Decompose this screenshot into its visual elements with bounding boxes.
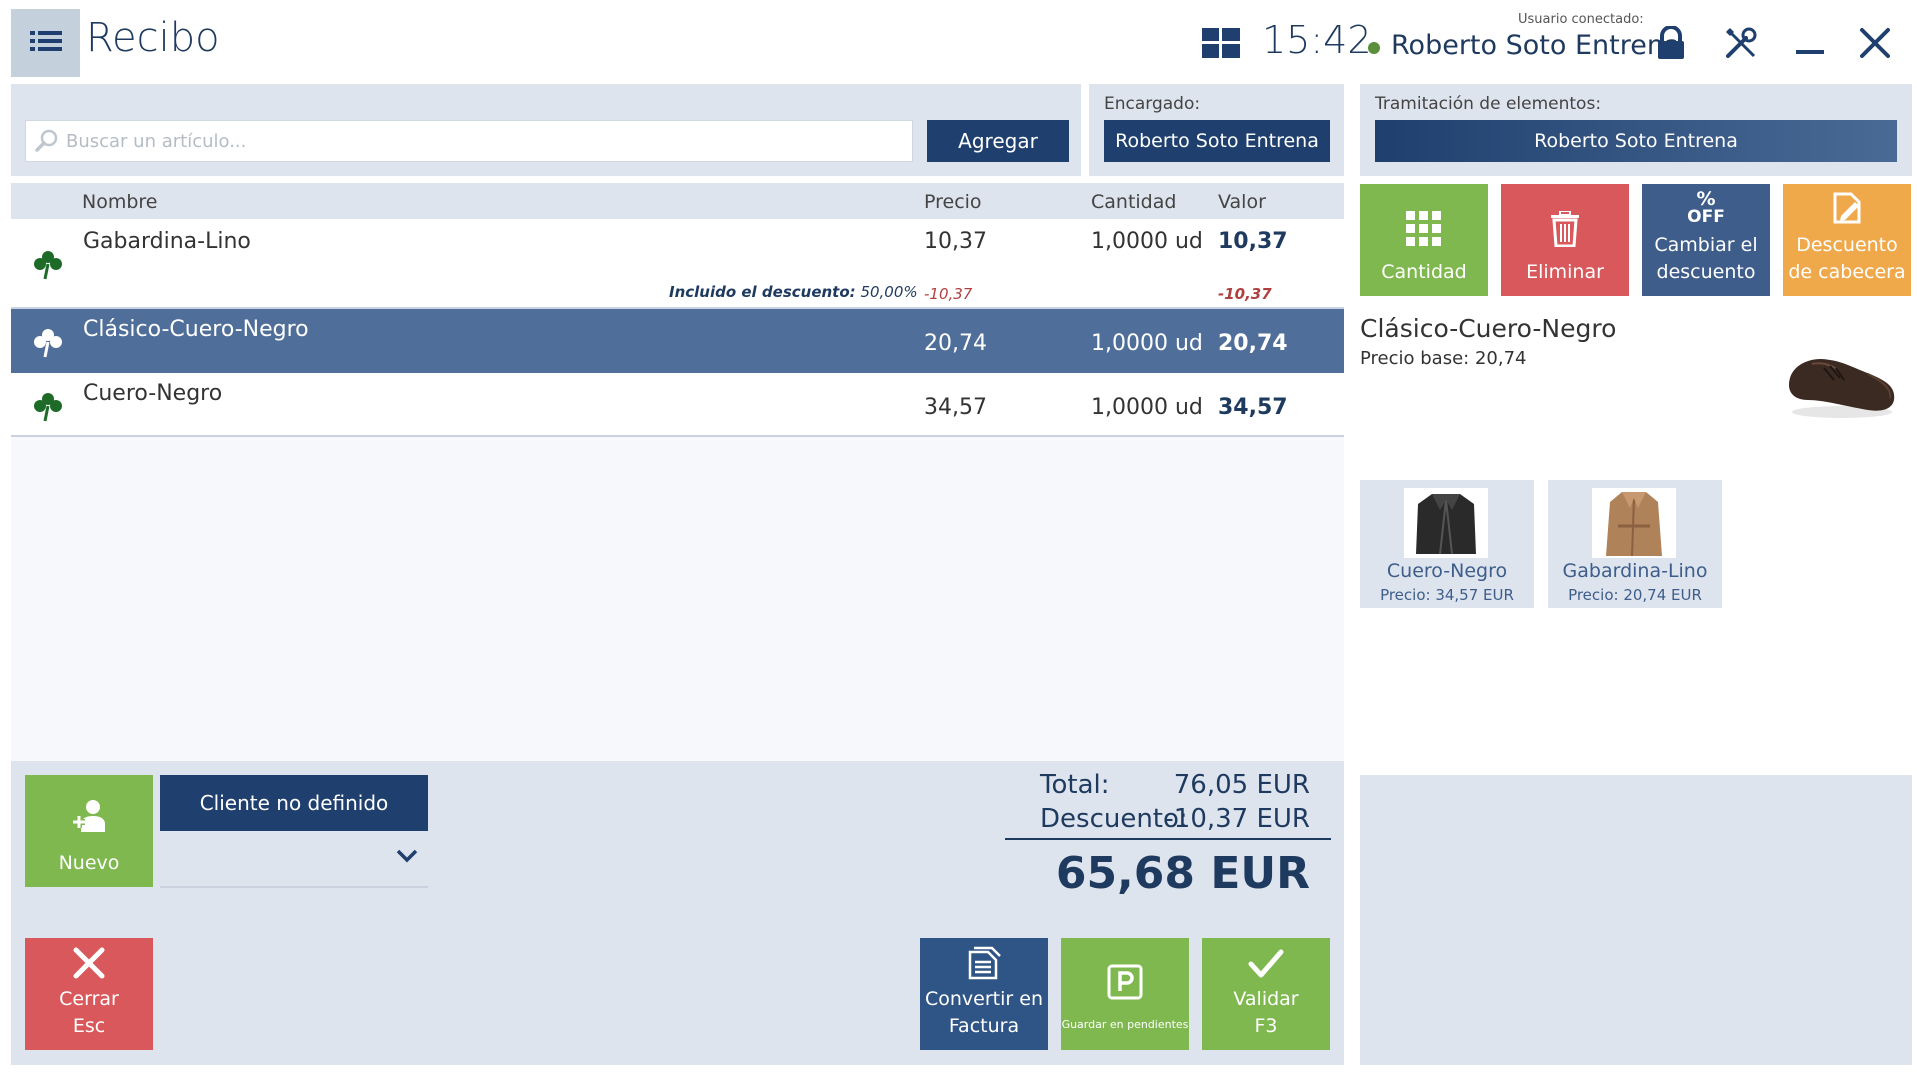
add-user-icon bbox=[73, 800, 105, 832]
close-label-2: Esc bbox=[72, 1015, 106, 1037]
clover-icon bbox=[34, 393, 62, 422]
product-name: Clásico-Cuero-Negro bbox=[1360, 314, 1617, 343]
table-row[interactable]: Cuero-Negro 34,57 1,0000 ud 34,57 bbox=[11, 373, 1344, 437]
change-discount-button[interactable]: % OFF Cambiar el descuento bbox=[1642, 184, 1770, 296]
column-header-quantity: Cantidad bbox=[1091, 191, 1177, 213]
item-quantity: 1,0000 ud bbox=[1091, 331, 1203, 356]
processing-label: Tramitación de elementos: bbox=[1375, 94, 1602, 114]
total-value: 76,05 EUR bbox=[1173, 770, 1310, 800]
item-name: Cuero-Negro bbox=[83, 381, 223, 406]
validate-label-1: Validar bbox=[1233, 988, 1299, 1010]
table-row[interactable]: Gabardina-Lino 10,37 1,0000 ud 10,37 Inc… bbox=[11, 219, 1344, 309]
assigned-label: Encargado: bbox=[1104, 94, 1201, 114]
user-label: Usuario conectado: bbox=[1518, 12, 1644, 27]
edit-document-icon bbox=[1833, 192, 1861, 224]
quantity-button[interactable]: Cantidad bbox=[1360, 184, 1488, 296]
search-input[interactable] bbox=[66, 130, 886, 152]
convert-label-2: Factura bbox=[948, 1015, 1020, 1037]
close-label-1: Cerrar bbox=[59, 988, 119, 1010]
convert-label-1: Convertir en bbox=[925, 988, 1043, 1010]
item-price: 34,57 bbox=[924, 395, 987, 420]
save-pending-button[interactable]: Guardar en pendientes bbox=[1061, 938, 1189, 1050]
suggestion-card[interactable]: Cuero-Negro Precio: 34,57 EUR bbox=[1360, 480, 1534, 608]
tools-icon[interactable] bbox=[1724, 26, 1758, 60]
validate-button[interactable]: Validar F3 bbox=[1202, 938, 1330, 1050]
leather-jacket-image bbox=[1404, 488, 1488, 558]
delete-button[interactable]: Eliminar bbox=[1501, 184, 1629, 296]
item-price: 20,74 bbox=[924, 331, 987, 356]
client-dropdown[interactable] bbox=[160, 832, 428, 888]
processing-select-button[interactable]: Roberto Soto Entrena bbox=[1375, 120, 1897, 162]
close-icon bbox=[73, 947, 105, 979]
delete-label: Eliminar bbox=[1526, 261, 1604, 283]
windows-grid-icon[interactable] bbox=[1202, 28, 1240, 58]
suggestion-name: Gabardina-Lino bbox=[1562, 560, 1708, 582]
suggestion-price: Precio: 20,74 EUR bbox=[1568, 586, 1702, 604]
chevron-down-icon[interactable] bbox=[396, 848, 418, 864]
item-name: Clásico-Cuero-Negro bbox=[83, 317, 309, 342]
side-bottom-panel bbox=[1360, 775, 1912, 1065]
item-quantity: 1,0000 ud bbox=[1091, 395, 1203, 420]
product-base-price: Precio base: 20,74 bbox=[1360, 348, 1527, 369]
minimize-icon[interactable] bbox=[1794, 28, 1826, 60]
header-discount-label-2: de cabecera bbox=[1788, 261, 1906, 283]
clover-icon bbox=[34, 251, 62, 280]
change-discount-label-1: Cambiar el bbox=[1654, 234, 1758, 256]
list-icon bbox=[29, 31, 62, 51]
trash-icon bbox=[1551, 211, 1579, 247]
discount-label: Incluido el descuento: bbox=[669, 283, 856, 301]
discount-info: Incluido el descuento: 50,00% bbox=[669, 283, 918, 301]
table-row-selected[interactable]: Clásico-Cuero-Negro 20,74 1,0000 ud 20,7… bbox=[11, 309, 1344, 373]
item-name: Gabardina-Lino bbox=[83, 229, 251, 254]
clock: 15:42 bbox=[1262, 18, 1372, 62]
convert-invoice-button[interactable]: Convertir en Factura bbox=[920, 938, 1048, 1050]
save-pending-label: Guardar en pendientes bbox=[1061, 1018, 1189, 1031]
discount-percent: 50,00% bbox=[860, 283, 918, 301]
percent-off-icon: % OFF bbox=[1687, 188, 1725, 227]
quantity-label: Cantidad bbox=[1381, 261, 1467, 283]
item-quantity: 1,0000 ud bbox=[1091, 229, 1203, 254]
suggestion-card[interactable]: Gabardina-Lino Precio: 20,74 EUR bbox=[1548, 480, 1722, 608]
header-discount-label-1: Descuento bbox=[1796, 234, 1898, 256]
user-name: Roberto Soto Entrena bbox=[1391, 30, 1681, 61]
menu-button[interactable] bbox=[11, 9, 80, 77]
discount-price: -10,37 bbox=[924, 285, 973, 303]
search-icon bbox=[35, 129, 58, 152]
column-header-price: Precio bbox=[924, 191, 982, 213]
item-price: 10,37 bbox=[924, 229, 987, 254]
online-status-dot bbox=[1368, 42, 1380, 54]
new-customer-label: Nuevo bbox=[58, 852, 120, 874]
page-title: Recibo bbox=[86, 15, 220, 61]
total-label: Total: bbox=[1040, 770, 1110, 800]
item-value: 20,74 bbox=[1218, 331, 1288, 356]
close-app-icon[interactable] bbox=[1858, 26, 1892, 60]
item-value: 10,37 bbox=[1218, 229, 1288, 254]
client-button[interactable]: Cliente no definido bbox=[160, 775, 428, 831]
clover-icon bbox=[34, 329, 62, 358]
column-header-name: Nombre bbox=[82, 191, 158, 213]
documents-icon bbox=[968, 946, 1001, 980]
change-discount-label-2: descuento bbox=[1656, 261, 1756, 283]
item-value: 34,57 bbox=[1218, 395, 1288, 420]
discount-value: -10,37 bbox=[1218, 285, 1272, 303]
discount-total-value: -10,37 EUR bbox=[1164, 804, 1310, 834]
lock-icon[interactable] bbox=[1655, 26, 1687, 60]
checkmark-icon bbox=[1248, 949, 1284, 978]
parking-icon bbox=[1107, 964, 1143, 1000]
trench-coat-image bbox=[1592, 488, 1676, 558]
search-box[interactable] bbox=[25, 120, 913, 162]
assigned-select-button[interactable]: Roberto Soto Entrena bbox=[1104, 120, 1330, 162]
add-button[interactable]: Agregar bbox=[927, 120, 1069, 162]
validate-label-2: F3 bbox=[1254, 1015, 1278, 1037]
suggestion-name: Cuero-Negro bbox=[1386, 560, 1508, 582]
grid-icon bbox=[1406, 211, 1441, 246]
total-divider bbox=[1005, 838, 1331, 840]
grand-total: 65,68 EUR bbox=[1055, 848, 1310, 899]
new-customer-button[interactable]: Nuevo bbox=[25, 775, 153, 887]
header-discount-button[interactable]: Descuento de cabecera bbox=[1783, 184, 1911, 296]
column-header-value: Valor bbox=[1218, 191, 1266, 213]
shoe-image bbox=[1788, 358, 1895, 418]
close-receipt-button[interactable]: Cerrar Esc bbox=[25, 938, 153, 1050]
suggestion-price: Precio: 34,57 EUR bbox=[1380, 586, 1514, 604]
